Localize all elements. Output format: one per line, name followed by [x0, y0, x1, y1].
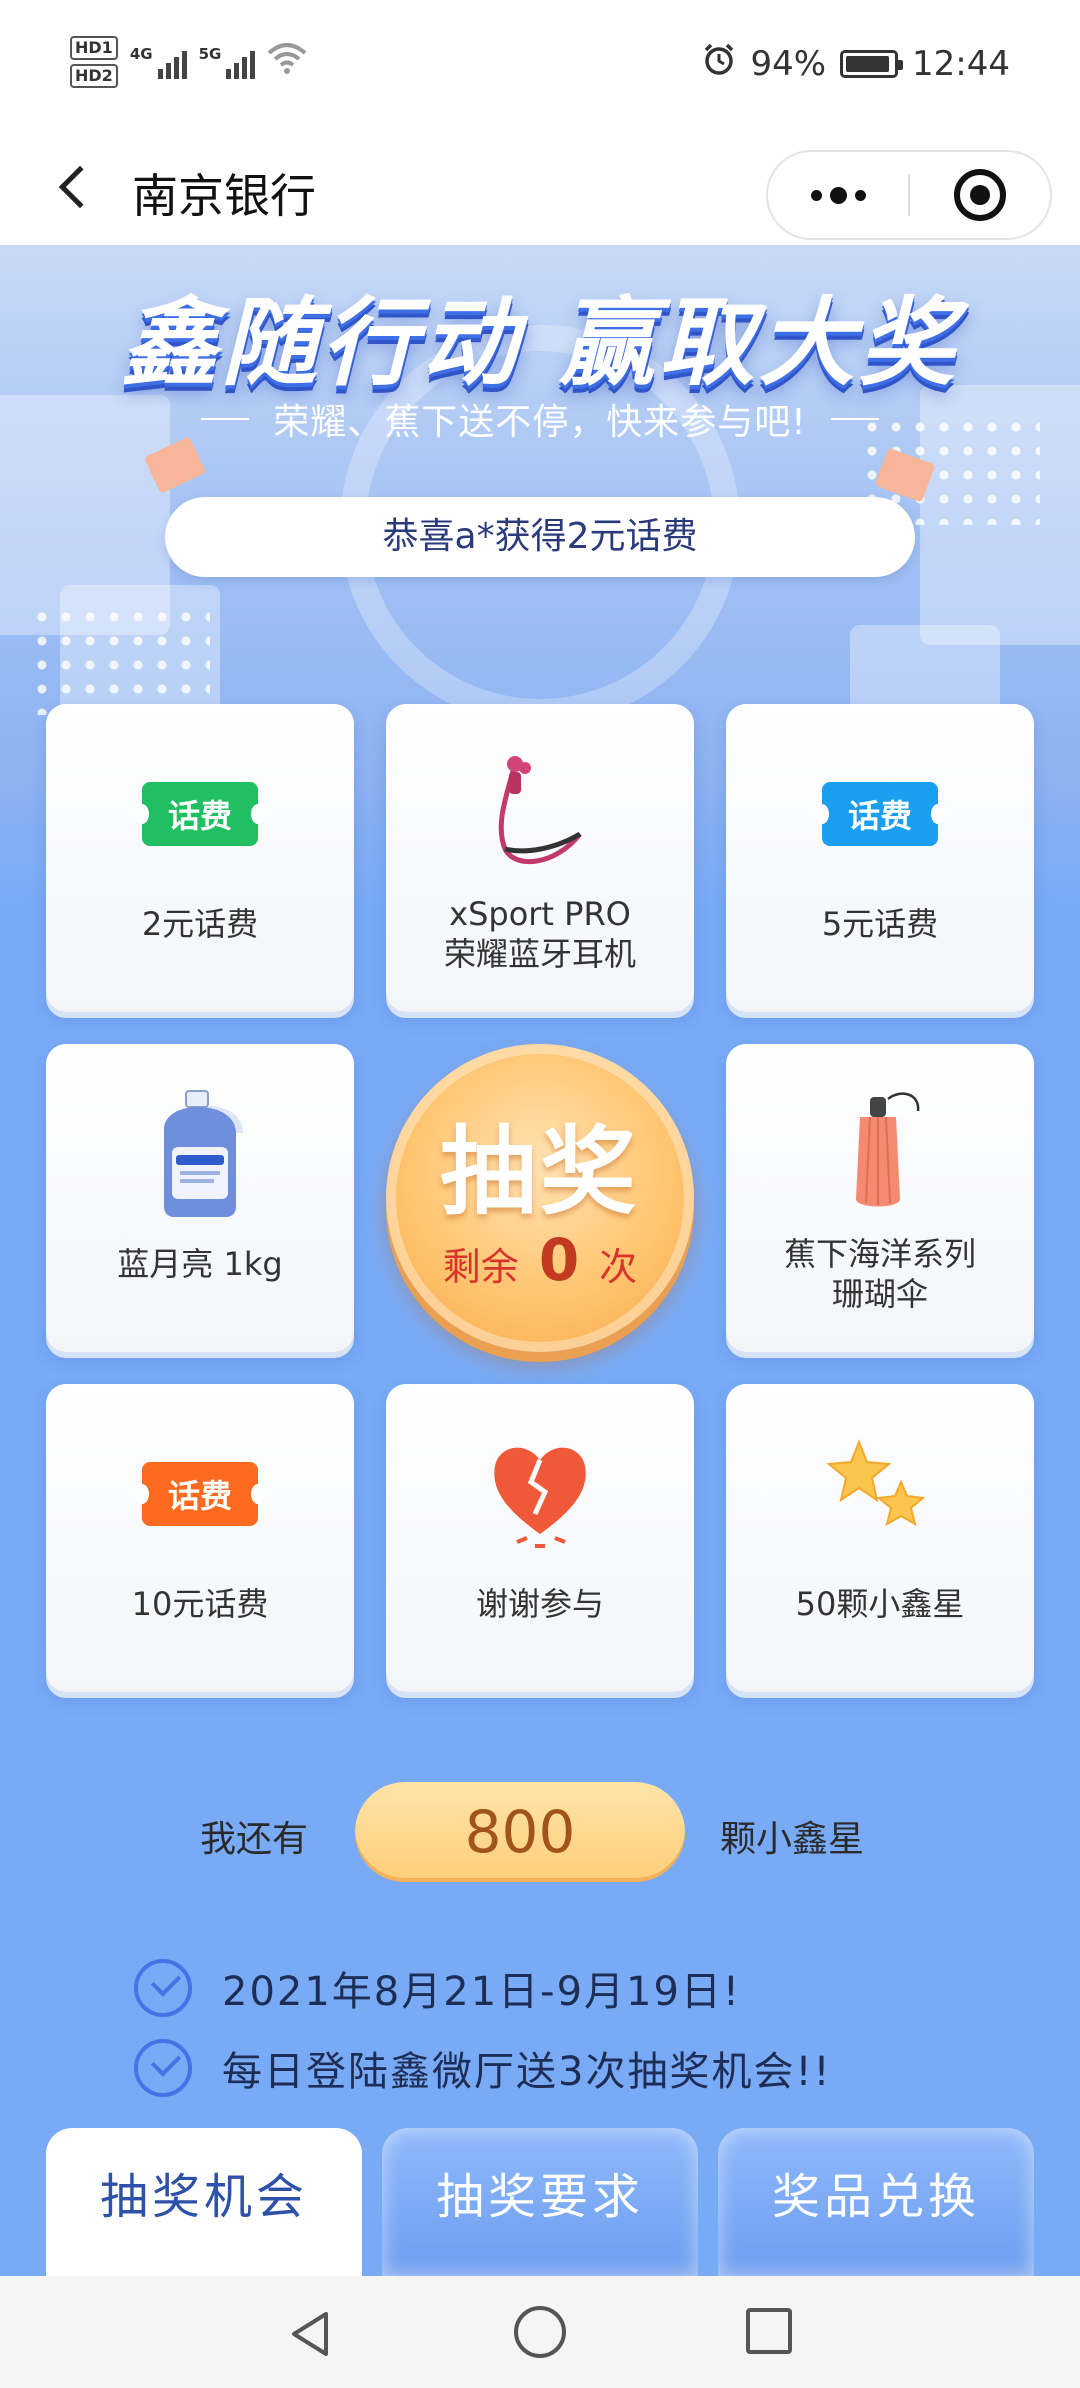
prize-cell: xSport PRO 荣耀蓝牙耳机	[386, 704, 694, 1012]
hd2-badge: HD2	[70, 64, 118, 88]
prize-grid: 话费 2元话费 xSport PRO 荣耀蓝牙耳机 话费 5元话费 蓝月亮 1k…	[46, 704, 1034, 1692]
prize-label: 蓝月亮 1kg	[117, 1245, 283, 1283]
rule-text: 2021年8月21日-9月19日!	[222, 1969, 741, 2015]
system-nav-bar	[0, 2276, 1080, 2388]
draw-button[interactable]: 抽奖 剩余 0 次	[386, 1044, 694, 1352]
prize-cell: 蓝月亮 1kg	[46, 1044, 354, 1352]
check-circle-icon	[134, 2039, 192, 2097]
umbrella-icon	[726, 1092, 1034, 1214]
subtitle-line	[201, 418, 250, 420]
chevron-left-icon	[58, 165, 102, 209]
draw-title: 抽奖	[440, 1116, 640, 1228]
fee-tag: 话费	[135, 782, 265, 846]
fee-tag: 话费	[135, 1462, 265, 1526]
more-dot-icon	[829, 186, 847, 204]
hd1-badge: HD1	[70, 36, 118, 60]
banner-subtitle: 荣耀、蕉下送不停，快来参与吧!	[273, 402, 807, 443]
wifi-icon	[267, 41, 307, 84]
rule-item: 2021年8月21日-9月19日!	[134, 1948, 832, 2028]
tab-draw-chances[interactable]: 抽奖机会	[46, 2128, 362, 2276]
remaining-draws: 剩余 0 次	[386, 1226, 694, 1294]
triangle-back-icon	[292, 2312, 328, 2356]
prize-label: 50颗小鑫星	[795, 1585, 965, 1623]
back-button[interactable]	[40, 152, 110, 222]
target-close-icon	[954, 169, 1006, 221]
prize-cell: 50颗小鑫星	[726, 1384, 1034, 1692]
more-dot-icon	[854, 189, 866, 201]
tab-prize-exchange[interactable]: 奖品兑换	[718, 2128, 1034, 2276]
nav-back-button[interactable]	[280, 2304, 340, 2364]
title-bar: 南京银行	[0, 130, 1080, 245]
points-prefix: 我还有	[200, 1819, 309, 1860]
banner-subtitle-row: 荣耀、蕉下送不停，快来参与吧!	[0, 393, 1080, 445]
hd-indicators: HD1 HD2	[70, 36, 118, 88]
page-title: 南京银行	[132, 169, 316, 223]
more-dot-icon	[810, 189, 822, 201]
phone-fee-ticket-icon: 话费	[46, 754, 354, 874]
stars-icon	[726, 1434, 1034, 1554]
battery-icon	[840, 49, 904, 78]
net1-label: 4G	[129, 45, 153, 63]
clock: 12:44	[912, 43, 1010, 84]
status-icons-left: HD1 HD2 4G 5G	[70, 36, 307, 88]
points-balance: 800	[355, 1782, 685, 1882]
bottom-tabs: 抽奖机会 抽奖要求 奖品兑换	[46, 2128, 1034, 2276]
remaining-prefix: 剩余	[442, 1245, 519, 1289]
rule-item: 每日登陆鑫微厅送3次抽奖机会!!	[134, 2028, 832, 2108]
broken-heart-icon	[386, 1434, 694, 1554]
remaining-suffix: 次	[599, 1245, 638, 1289]
remaining-count: 0	[538, 1226, 580, 1294]
battery-percent: 94%	[750, 43, 827, 84]
phone-fee-ticket-icon: 话费	[726, 754, 1034, 874]
prize-cell: 话费 10元话费	[46, 1384, 354, 1692]
status-icons-right: 94% 12:44	[702, 42, 1010, 85]
battery-fill	[846, 55, 890, 72]
rule-text: 每日登陆鑫微厅送3次抽奖机会!!	[222, 2049, 832, 2095]
winner-notice: 恭喜a*获得2元话费	[165, 497, 915, 577]
prize-label: 蕉下海洋系列 珊瑚伞	[783, 1235, 976, 1313]
prize-label: 5元话费	[821, 905, 939, 943]
status-bar: HD1 HD2 4G 5G 94% 12:44	[0, 0, 1080, 130]
signal-4g-icon: 4G	[130, 45, 187, 79]
decor-dots	[30, 605, 210, 715]
prize-label: 10元话费	[131, 1585, 269, 1623]
close-miniprogram-button[interactable]	[910, 152, 1050, 238]
prize-cell: 话费 2元话费	[46, 704, 354, 1012]
tab-draw-requirements[interactable]: 抽奖要求	[382, 2128, 698, 2276]
alarm-icon	[702, 42, 736, 85]
signal-5g-icon: 5G	[199, 45, 256, 79]
prize-cell: 谢谢参与	[386, 1384, 694, 1692]
prize-label: 2元话费	[141, 905, 259, 943]
subtitle-line	[830, 418, 879, 420]
points-row: 我还有 800 颗小鑫星	[0, 1782, 1080, 1882]
more-button[interactable]	[768, 152, 908, 238]
nav-home-button[interactable]	[514, 2306, 566, 2358]
banner-title: 鑫随行动 赢取大奖	[121, 287, 959, 399]
miniprogram-capsule	[766, 150, 1052, 240]
rules-list: 2021年8月21日-9月19日! 每日登陆鑫微厅送3次抽奖机会!!	[134, 1948, 832, 2108]
phone-fee-ticket-icon: 话费	[46, 1434, 354, 1554]
earphones-icon	[386, 754, 694, 874]
nav-recents-button[interactable]	[746, 2308, 792, 2354]
net2-label: 5G	[198, 45, 222, 63]
prize-label: xSport PRO 荣耀蓝牙耳机	[443, 895, 636, 973]
prize-cell: 蕉下海洋系列 珊瑚伞	[726, 1044, 1034, 1352]
fee-tag: 话费	[815, 782, 945, 846]
points-suffix: 颗小鑫星	[720, 1819, 865, 1860]
detergent-bottle-icon	[46, 1090, 354, 1217]
prize-label: 谢谢参与	[475, 1585, 604, 1623]
check-circle-icon	[134, 1959, 192, 2017]
prize-cell: 话费 5元话费	[726, 704, 1034, 1012]
